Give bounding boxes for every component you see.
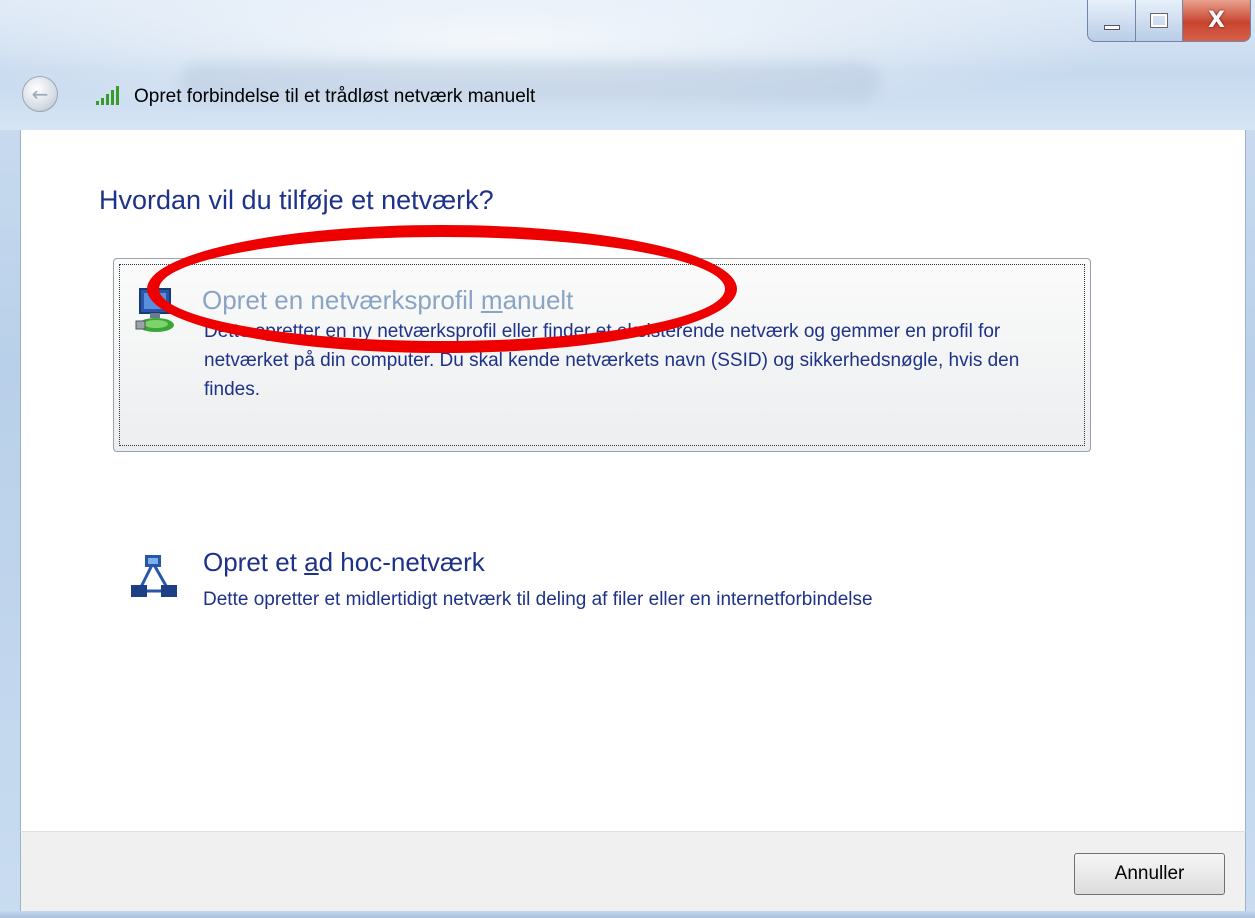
back-button[interactable]: ← (22, 76, 58, 112)
caption-buttons: X (1087, 0, 1251, 42)
option-ad-hoc-network[interactable]: Opret et ad hoc-netværk Dette opretter e… (113, 535, 1091, 645)
dialog-footer: Annuller (20, 831, 1246, 911)
back-arrow-icon: ← (31, 82, 49, 106)
option-manual-profile-accelerator: m (480, 285, 503, 315)
page-heading: Hvordan vil du tilføje et netværk? (99, 185, 494, 215)
content-area: Hvordan vil du tilføje et netværk? Opret… (20, 130, 1246, 831)
option-ad-hoc-accelerator: a (304, 547, 319, 577)
option-manual-profile[interactable]: Opret en netværksprofil manuelt Dette op… (113, 258, 1091, 452)
maximize-button[interactable] (1136, 0, 1183, 42)
option-ad-hoc-title-part2: d hoc-netværk (318, 547, 485, 577)
option-ad-hoc-title-part1: Opret et (203, 547, 305, 577)
minimize-icon (1103, 25, 1120, 30)
close-icon: X (1208, 8, 1225, 33)
option-manual-profile-description: Dette opretter en ny netværksprofil elle… (204, 321, 1020, 400)
ad-hoc-network-icon (131, 555, 177, 597)
title-bar (0, 0, 1255, 130)
minimize-button[interactable] (1087, 0, 1136, 42)
option-ad-hoc-title: Opret et ad hoc-netværk (203, 547, 485, 578)
option-manual-profile-title-part2: anuelt (502, 285, 574, 315)
option-ad-hoc-description: Dette opretter et midlertidigt netværk t… (203, 589, 873, 610)
cancel-button[interactable]: Annuller (1074, 853, 1225, 895)
window-title: Opret forbindelse til et trådløst netvær… (134, 86, 536, 107)
wireless-signal-icon (96, 86, 119, 105)
network-profile-icon (135, 288, 174, 332)
window-bottom-border (0, 911, 1255, 918)
maximize-icon (1150, 13, 1168, 28)
option-manual-profile-title-part1: Opret en netværksprofil (202, 285, 481, 315)
option-manual-profile-title: Opret en netværksprofil manuelt (202, 285, 573, 316)
close-button[interactable]: X (1183, 0, 1251, 42)
